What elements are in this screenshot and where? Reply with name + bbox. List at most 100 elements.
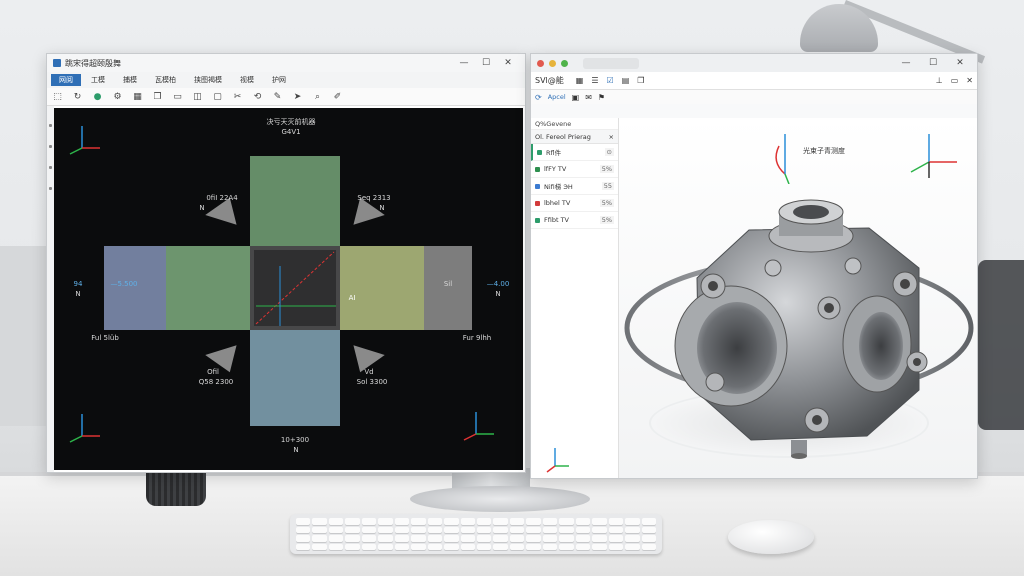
tool-grid-icon[interactable]: ▦ <box>576 76 584 85</box>
link-icon[interactable]: ⟳ <box>535 93 542 102</box>
menu-item-1[interactable]: 工模 <box>83 74 113 86</box>
minimize-button[interactable]: — <box>453 58 475 68</box>
face-left[interactable] <box>104 246 166 330</box>
edit-icon[interactable]: ✐ <box>331 90 344 103</box>
label-center-right: AI <box>348 294 356 302</box>
list-item[interactable]: lbhel TV 5% <box>531 195 618 212</box>
list-item[interactable]: lfFY TV 5% <box>531 161 618 178</box>
cut-icon[interactable]: ✂ <box>231 90 244 103</box>
maximize-button[interactable]: ☐ <box>922 58 944 68</box>
search-icon[interactable]: ⌕ <box>311 90 324 103</box>
menu-item-4[interactable]: 挟图褐模 <box>186 74 230 86</box>
key <box>296 535 311 542</box>
cad-drawing-window: 跳宋得超颐殷舞 — ☐ ✕ 网阅 工模 捕模 瓦模柏 挟图褐模 视模 护网 ⬚ … <box>46 53 526 473</box>
keyboard <box>290 514 662 554</box>
flag-icon[interactable]: ⚑ <box>598 93 605 102</box>
face-top[interactable] <box>250 156 340 246</box>
window-title: 跳宋得超颐殷舞 <box>65 58 121 68</box>
pin-icon[interactable]: ⊥ <box>936 76 943 85</box>
key <box>444 526 459 533</box>
row-color-swatch <box>537 149 542 155</box>
row-name: lbhel TV <box>544 199 571 207</box>
pointer-icon[interactable]: ➤ <box>291 90 304 103</box>
tool-check-icon[interactable]: ☑ <box>607 76 614 85</box>
folder-icon[interactable]: ▭ <box>171 90 184 103</box>
tree-header[interactable]: Q%Gevene <box>531 118 618 130</box>
key <box>625 526 640 533</box>
center-guides <box>255 251 336 326</box>
key <box>542 518 558 525</box>
list-item[interactable]: Ffibt TV 5% <box>531 212 618 229</box>
label-mid-right-value: —4.00 <box>486 280 510 288</box>
rotate-view-icon[interactable]: ⟲ <box>251 90 264 103</box>
face-center-left[interactable] <box>166 246 250 330</box>
tool-page-icon[interactable]: ▤ <box>622 76 630 85</box>
mail-icon[interactable]: ✉ <box>585 93 592 102</box>
3d-viewport[interactable]: 光束子青测度 <box>619 118 978 478</box>
close-button[interactable]: ✕ <box>949 58 971 68</box>
key <box>592 518 607 525</box>
maximize-dot-icon[interactable] <box>561 59 568 67</box>
key <box>542 526 558 533</box>
toolbar-label[interactable]: SVl@能 <box>535 75 564 86</box>
list-item[interactable]: Rfl件 ⊙ <box>531 144 618 161</box>
menu-item-6[interactable]: 护网 <box>264 74 294 86</box>
key <box>641 526 656 533</box>
brush-icon[interactable]: ✎ <box>271 90 284 103</box>
menu-item-0[interactable]: 网阅 <box>51 74 81 86</box>
face-right[interactable] <box>424 246 472 330</box>
settings-icon[interactable]: ⚙ <box>111 90 124 103</box>
tool-list-icon[interactable]: ☰ <box>591 76 598 85</box>
key <box>312 543 327 550</box>
minimize-button[interactable]: — <box>895 58 917 68</box>
label-lower-left: Ofil <box>207 368 219 376</box>
key <box>608 518 624 525</box>
key <box>641 535 656 542</box>
background-shelf <box>0 246 46 426</box>
key <box>476 526 492 533</box>
label-mid-left-unit: N <box>75 290 81 298</box>
key <box>625 518 640 525</box>
restore-icon[interactable]: ▭ <box>951 76 959 85</box>
mechanical-part[interactable] <box>619 158 978 478</box>
drawing-canvas[interactable]: 决亏天灭前机器 G4V1 0fiI 22A4 N Seq 2313 N 94 —… <box>54 108 523 470</box>
close-icon[interactable]: ✕ <box>966 76 973 85</box>
key <box>444 518 459 525</box>
key <box>427 543 443 550</box>
key <box>361 543 377 550</box>
menu-item-5[interactable]: 视模 <box>232 74 262 86</box>
menu-item-3[interactable]: 瓦模柏 <box>147 74 184 86</box>
layers-icon[interactable]: ◫ <box>191 90 204 103</box>
sphere-icon[interactable]: ● <box>91 90 104 103</box>
key <box>526 518 541 525</box>
key <box>460 535 475 542</box>
select-icon[interactable]: ⬚ <box>51 90 64 103</box>
close-button[interactable]: ✕ <box>497 58 519 68</box>
key <box>361 535 377 542</box>
face-center-right[interactable] <box>340 246 424 330</box>
key <box>328 543 344 550</box>
key <box>345 535 360 542</box>
monitor-stand-base <box>410 486 590 512</box>
key <box>542 535 558 542</box>
close-dot-icon[interactable] <box>537 59 544 67</box>
maximize-button[interactable]: ☐ <box>475 58 497 68</box>
view-subtitle: G4V1 <box>281 128 301 136</box>
copy-icon[interactable]: ❐ <box>151 90 164 103</box>
secondary-label[interactable]: Apcel <box>548 93 566 101</box>
menu-item-2[interactable]: 捕模 <box>115 74 145 86</box>
panel-close-icon[interactable]: × <box>609 133 614 141</box>
tool-copy-icon[interactable]: ❐ <box>637 76 644 85</box>
face-bottom[interactable] <box>250 330 340 426</box>
page-icon[interactable]: ▢ <box>211 90 224 103</box>
grid-icon[interactable]: ▦ <box>131 90 144 103</box>
key <box>641 518 656 525</box>
list-item[interactable]: Nifi梯 ЭH 55 <box>531 178 618 195</box>
rotate-icon[interactable]: ↻ <box>71 90 84 103</box>
tab[interactable] <box>583 57 639 69</box>
key <box>345 543 360 550</box>
row-value: ⊙ <box>604 148 614 156</box>
minimize-dot-icon[interactable] <box>549 59 556 67</box>
window-icon[interactable]: ▣ <box>572 93 580 102</box>
key <box>296 526 311 533</box>
